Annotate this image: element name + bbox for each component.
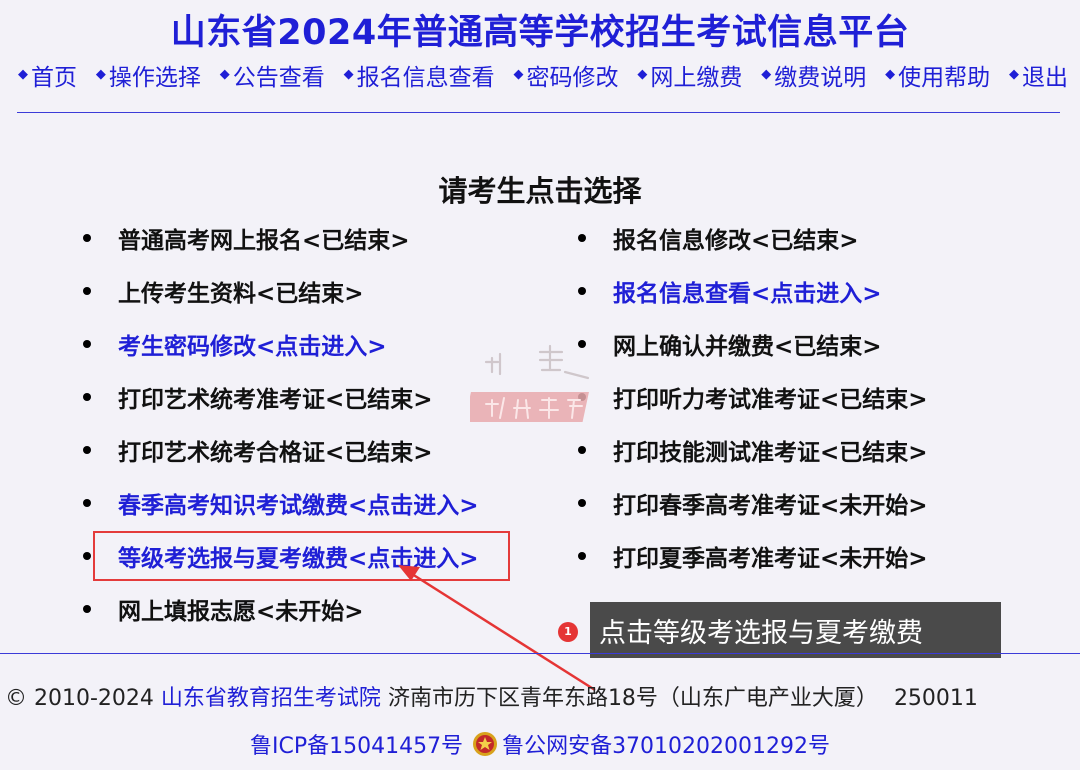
nav-help[interactable]: ◆ 使用帮助 bbox=[885, 58, 990, 92]
option-label: 打印春季高考准考证<未开始> bbox=[613, 493, 928, 519]
bullet-icon bbox=[578, 552, 586, 560]
nav-operation-select[interactable]: ◆ 操作选择 bbox=[96, 58, 201, 92]
nav-registration-info[interactable]: ◆ 报名信息查看 bbox=[344, 58, 495, 92]
highlight-box bbox=[93, 531, 510, 581]
bullet-icon bbox=[578, 234, 586, 242]
option-label: 考生密码修改<点击进入> bbox=[118, 334, 387, 360]
option-print-art-admission: 打印艺术统考准考证<已结束> bbox=[83, 380, 433, 414]
nav-home[interactable]: ◆ 首页 bbox=[18, 58, 77, 92]
org-link[interactable]: 山东省教育招生考试院 bbox=[161, 686, 381, 711]
footer-divider bbox=[0, 653, 1080, 654]
option-online-confirm-payment: 网上确认并缴费<已结束> bbox=[578, 327, 882, 361]
watermark-seal bbox=[470, 344, 590, 422]
option-volunteer-application: 网上填报志愿<未开始> bbox=[83, 592, 364, 626]
option-registration-modify: 报名信息修改<已结束> bbox=[578, 221, 859, 255]
diamond-bullet-icon: ◆ bbox=[761, 66, 772, 82]
bullet-icon bbox=[83, 340, 91, 348]
footer-records: 鲁ICP备15041457号 鲁公网安备37010202001292号 bbox=[0, 728, 1080, 760]
diamond-bullet-icon: ◆ bbox=[18, 66, 28, 82]
option-label: 春季高考知识考试缴费<点击进入> bbox=[118, 493, 479, 519]
step-marker: 1 bbox=[558, 622, 578, 642]
bullet-icon bbox=[83, 234, 91, 242]
option-label: 打印听力考试准考证<已结束> bbox=[613, 387, 928, 413]
option-label: 普通高考网上报名<已结束> bbox=[118, 228, 410, 254]
diamond-bullet-icon: ◆ bbox=[219, 66, 230, 82]
nav-label: 首页 bbox=[31, 65, 77, 91]
bullet-icon bbox=[83, 552, 91, 560]
nav-label: 公告查看 bbox=[232, 65, 325, 91]
police-record-link[interactable]: 鲁公网安备37010202001292号 bbox=[502, 728, 830, 760]
option-password-change[interactable]: 考生密码修改<点击进入> bbox=[83, 327, 387, 361]
nav-payment-guide[interactable]: ◆ 缴费说明 bbox=[761, 58, 866, 92]
footer-info: © 2010-2024 山东省教育招生考试院 济南市历下区青年东路18号（山东广… bbox=[5, 680, 1080, 712]
diamond-bullet-icon: ◆ bbox=[1009, 66, 1019, 82]
nav-label: 使用帮助 bbox=[898, 65, 991, 91]
bullet-icon bbox=[578, 499, 586, 507]
option-print-spring-admission: 打印春季高考准考证<未开始> bbox=[578, 486, 928, 520]
nav-label: 操作选择 bbox=[108, 65, 201, 91]
site-title: 山东省2024年普通高等学校招生考试信息平台 bbox=[170, 13, 910, 53]
option-print-art-certificate: 打印艺术统考合格证<已结束> bbox=[83, 433, 433, 467]
diamond-bullet-icon: ◆ bbox=[95, 66, 106, 82]
nav-label: 缴费说明 bbox=[774, 65, 867, 91]
annotation-callout: 点击等级考选报与夏考缴费 bbox=[590, 602, 1001, 658]
option-label: 网上确认并缴费<已结束> bbox=[613, 334, 882, 360]
bullet-icon bbox=[83, 446, 91, 454]
option-label: 打印夏季高考准考证<未开始> bbox=[613, 546, 928, 572]
bullet-icon bbox=[83, 605, 91, 613]
bullet-icon bbox=[83, 287, 91, 295]
bullet-icon bbox=[83, 393, 91, 401]
diamond-bullet-icon: ◆ bbox=[637, 66, 648, 82]
nav-password-change[interactable]: ◆ 密码修改 bbox=[514, 58, 619, 92]
nav-logout[interactable]: ◆ 退出 bbox=[1009, 58, 1068, 92]
nav-label: 报名信息查看 bbox=[356, 65, 495, 91]
diamond-bullet-icon: ◆ bbox=[343, 66, 354, 82]
address: 济南市历下区青年东路18号（山东广电产业大厦） bbox=[387, 686, 878, 711]
option-online-registration: 普通高考网上报名<已结束> bbox=[83, 221, 410, 255]
nav-label: 密码修改 bbox=[526, 65, 619, 91]
selection-heading: 请考生点击选择 bbox=[438, 174, 642, 208]
option-label: 报名信息修改<已结束> bbox=[613, 228, 859, 254]
option-print-listening-admission: 打印听力考试准考证<已结束> bbox=[578, 380, 928, 414]
bullet-icon bbox=[578, 287, 586, 295]
top-nav: ◆ 首页 ◆ 操作选择 ◆ 公告查看 ◆ 报名信息查看 ◆ 密码修改 ◆ 网上缴费 ◆ 缴费说… bbox=[18, 58, 1068, 92]
police-badge-icon bbox=[473, 732, 498, 756]
option-upload-materials: 上传考生资料<已结束> bbox=[83, 274, 364, 308]
nav-announcements[interactable]: ◆ 公告查看 bbox=[220, 58, 325, 92]
option-registration-view[interactable]: 报名信息查看<点击进入> bbox=[578, 274, 882, 308]
nav-online-payment[interactable]: ◆ 网上缴费 bbox=[637, 58, 742, 92]
option-label: 报名信息查看<点击进入> bbox=[613, 281, 882, 307]
nav-label: 网上缴费 bbox=[650, 65, 743, 91]
page: 山东省2024年普通高等学校招生考试信息平台 ◆ 首页 ◆ 操作选择 ◆ 公告查看 ◆… bbox=[0, 0, 1080, 770]
postcode: 250011 bbox=[893, 686, 978, 711]
diamond-bullet-icon: ◆ bbox=[885, 66, 896, 82]
diamond-bullet-icon: ◆ bbox=[513, 66, 524, 82]
option-label: 打印艺术统考准考证<已结束> bbox=[118, 387, 433, 413]
copyright: © 2010-2024 bbox=[5, 686, 154, 711]
nav-label: 退出 bbox=[1022, 65, 1068, 91]
bullet-icon bbox=[578, 446, 586, 454]
header-divider bbox=[17, 112, 1060, 113]
option-spring-exam-payment[interactable]: 春季高考知识考试缴费<点击进入> bbox=[83, 486, 479, 520]
option-label: 打印技能测试准考证<已结束> bbox=[613, 440, 928, 466]
option-label: 打印艺术统考合格证<已结束> bbox=[118, 440, 433, 466]
option-label: 上传考生资料<已结束> bbox=[118, 281, 364, 307]
option-print-skills-admission: 打印技能测试准考证<已结束> bbox=[578, 433, 928, 467]
icp-link[interactable]: 鲁ICP备15041457号 bbox=[250, 728, 463, 760]
bullet-icon bbox=[83, 499, 91, 507]
option-label: 网上填报志愿<未开始> bbox=[118, 599, 364, 625]
option-print-summer-admission: 打印夏季高考准考证<未开始> bbox=[578, 539, 928, 573]
